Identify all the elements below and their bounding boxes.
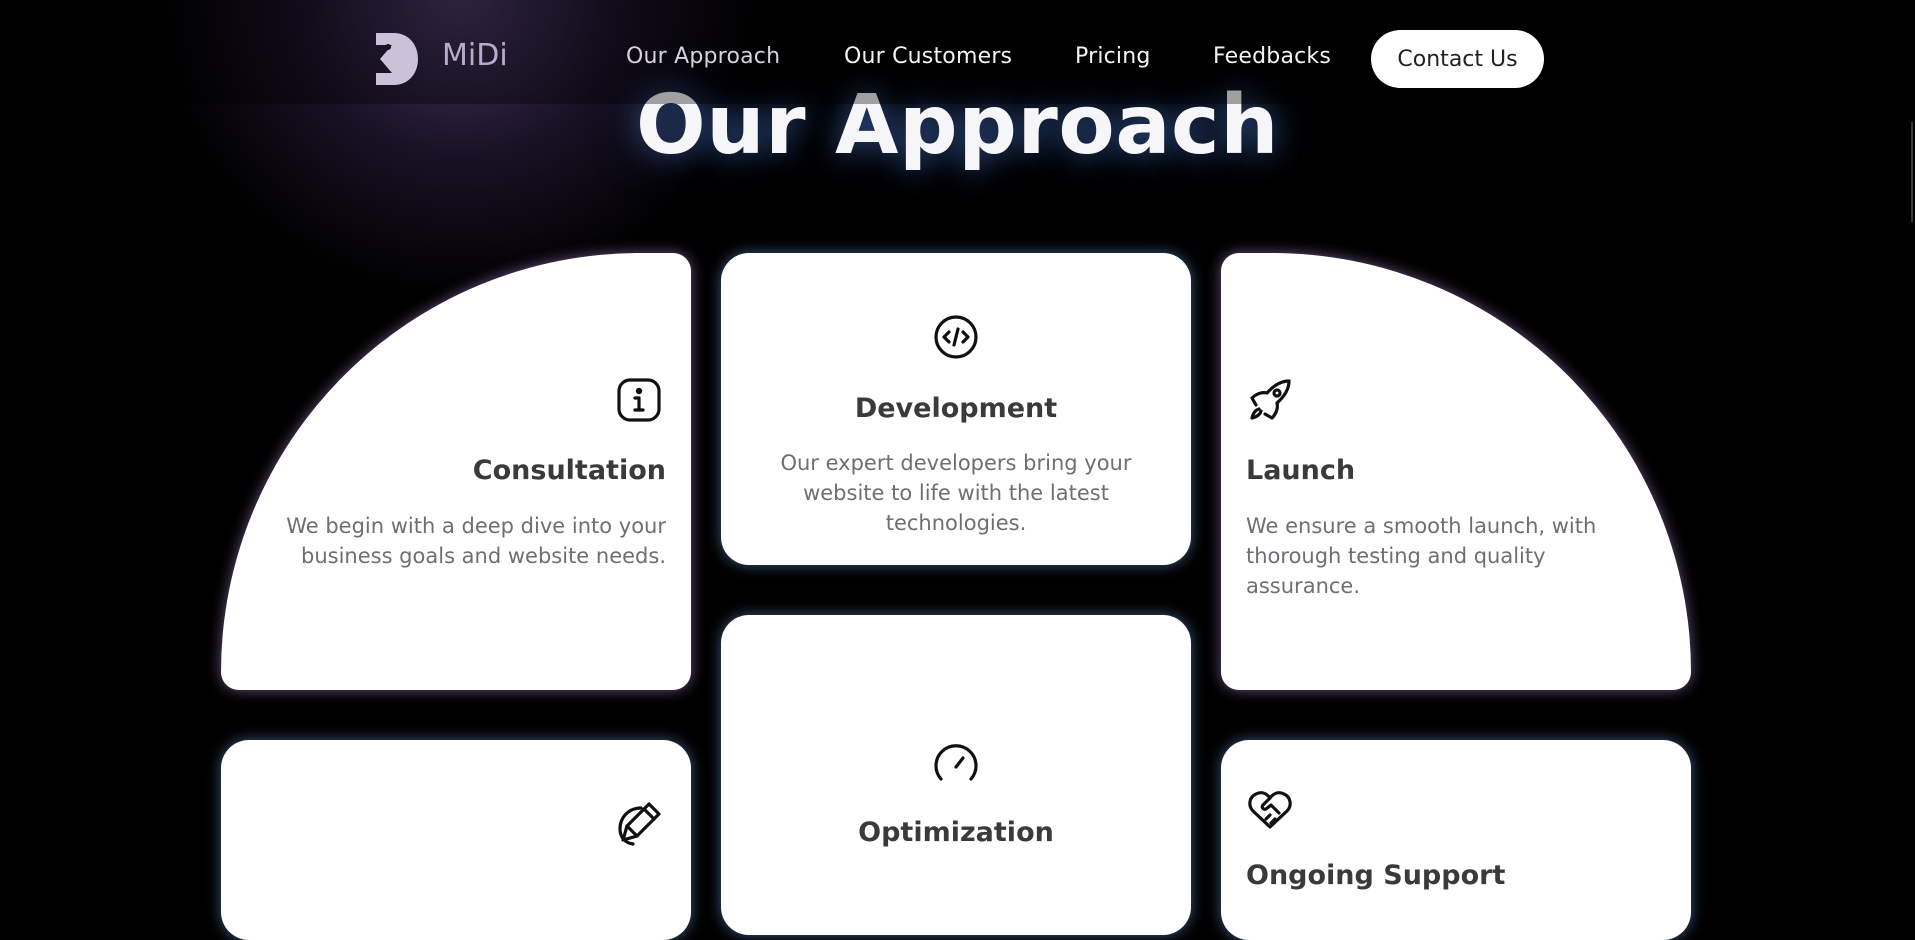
rocket-icon — [1246, 376, 1294, 424]
nav-our-approach[interactable]: Our Approach — [626, 44, 780, 69]
card-title: Consultation — [472, 455, 666, 486]
logo-icon[interactable] — [376, 33, 418, 85]
speedometer-icon — [932, 739, 980, 787]
card-title: Optimization — [858, 817, 1054, 848]
card-launch: Launch We ensure a smooth launch, with t… — [1221, 253, 1691, 690]
card-development: Development Our expert developers bring … — [721, 253, 1191, 565]
card-design — [221, 740, 691, 940]
nav-feedbacks[interactable]: Feedbacks — [1213, 44, 1331, 69]
info-icon — [615, 376, 663, 424]
card-title: Ongoing Support — [1246, 860, 1506, 891]
card-consultation: Consultation We begin with a deep dive i… — [221, 253, 691, 690]
card-ongoing-support: Ongoing Support — [1221, 740, 1691, 940]
card-description: We begin with a deep dive into your busi… — [286, 514, 666, 568]
nav-pricing[interactable]: Pricing — [1075, 44, 1151, 69]
card-description: Our expert developers bring your website… — [780, 451, 1132, 535]
pencil-icon — [615, 800, 663, 848]
card-title: Launch — [1246, 455, 1356, 486]
card-optimization: Optimization — [721, 615, 1191, 935]
card-title: Development — [854, 393, 1058, 424]
logo-text[interactable]: MiDi — [442, 38, 508, 73]
nav-our-customers[interactable]: Our Customers — [844, 44, 1012, 69]
code-icon — [932, 313, 980, 361]
heart-handshake-icon — [1246, 785, 1294, 833]
contact-us-button[interactable]: Contact Us — [1371, 30, 1544, 88]
site-header: MiDi Our Approach Our Customers Pricing … — [0, 0, 1915, 104]
card-description: We ensure a smooth launch, with thorough… — [1246, 514, 1597, 598]
